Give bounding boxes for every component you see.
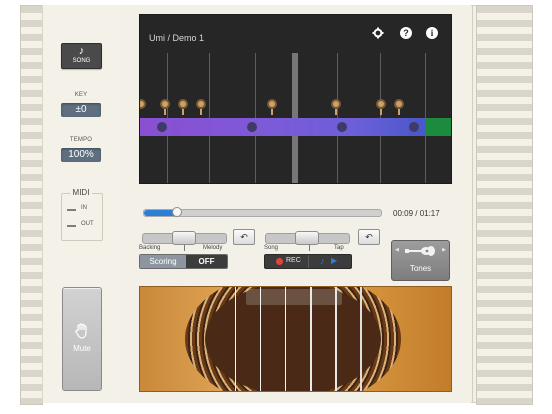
undo-icon: ↶ (365, 232, 373, 242)
midi-out-indicator (67, 225, 76, 227)
info-icon[interactable]: i (426, 27, 438, 39)
song-tap-slider[interactable] (265, 231, 350, 245)
note-pin (376, 99, 386, 109)
melody-label: Melody (203, 245, 223, 251)
midi-in-label: IN (81, 205, 87, 211)
key-label: KEY (74, 92, 88, 98)
note-pin-stem (164, 109, 166, 115)
song-tap-knob[interactable] (295, 231, 319, 245)
key-value[interactable]: ±0 (61, 103, 101, 117)
tap-label: Tap (334, 245, 344, 251)
guitar-string[interactable] (335, 287, 337, 391)
next-tone-icon[interactable]: ▶ (442, 247, 446, 253)
slider-center-tick (309, 245, 310, 251)
note-dot (247, 122, 257, 132)
note-pin-stem (380, 109, 382, 115)
gear-icon[interactable] (372, 27, 384, 39)
note-pin-stem (271, 109, 273, 115)
play-melody-button[interactable]: ♪ ▶ (309, 255, 351, 268)
guitar-string[interactable] (285, 287, 286, 391)
guitar-string[interactable] (310, 287, 312, 391)
right-speaker-grille (476, 5, 533, 405)
record-icon (276, 258, 283, 265)
tempo-label: TEMPO (69, 137, 93, 143)
guitar-strum-area[interactable] (139, 286, 452, 392)
note-pin (196, 99, 206, 109)
note-dot (409, 122, 419, 132)
scoring-toggle[interactable]: Scoring OFF (139, 254, 228, 269)
help-icon[interactable]: ? (400, 27, 412, 39)
note-pin (267, 99, 277, 109)
backing-melody-slider[interactable] (142, 231, 227, 245)
guitar-string[interactable] (235, 287, 236, 391)
midi-in-indicator (67, 209, 76, 211)
note-pin-stem (335, 109, 337, 115)
rec-label: REC (286, 257, 301, 264)
prev-tone-icon[interactable]: ◀ (395, 247, 399, 253)
left-speaker-grille (20, 5, 43, 405)
note-pin (394, 99, 404, 109)
note-pin (331, 99, 341, 109)
backing-label: Backing (139, 245, 161, 251)
scoring-value: OFF (186, 255, 227, 268)
scoring-label: Scoring (140, 255, 186, 268)
note-pin-stem (398, 109, 400, 115)
song-button-label: SONG (72, 58, 91, 64)
note-band (140, 118, 451, 136)
reset-backing-button[interactable]: ↶ (233, 229, 255, 245)
note-dot (337, 122, 347, 132)
guitar-icon (405, 245, 435, 257)
midi-label: MIDI (70, 188, 92, 197)
note-pin-stem (200, 109, 202, 115)
note-pin (140, 99, 146, 109)
note-pin (160, 99, 170, 109)
undo-icon: ↶ (240, 232, 248, 242)
mute-label: Mute (73, 344, 91, 353)
song-label: Song (264, 245, 279, 251)
note-dot (157, 122, 167, 132)
music-note-icon: ♪ (320, 256, 325, 266)
note-pin (178, 99, 188, 109)
reset-song-button[interactable]: ↶ (358, 229, 380, 245)
seek-bar[interactable] (143, 207, 382, 217)
guitar-string[interactable] (360, 287, 362, 391)
time-display: 00:09 / 01:17 (393, 209, 440, 218)
rec-button[interactable]: REC (265, 255, 308, 268)
note-display: Umi / Demo 1 ? i (139, 14, 452, 184)
right-divider (472, 5, 473, 403)
record-controls: REC ♪ ▶ (264, 254, 352, 269)
midi-box (61, 193, 103, 241)
note-band-green (425, 118, 451, 136)
tones-label: Tones (409, 264, 432, 273)
note-pin-stem (182, 109, 184, 115)
guitar-string[interactable] (260, 287, 261, 391)
midi-out-label: OUT (81, 221, 94, 227)
tones-button[interactable]: ◀ ▶ Tones (391, 240, 450, 281)
seek-thumb[interactable] (172, 207, 183, 217)
slider-center-tick (184, 245, 185, 251)
song-button[interactable]: ♪ SONG (61, 43, 102, 69)
song-title: Umi / Demo 1 (149, 33, 205, 43)
play-icon: ▶ (331, 256, 338, 265)
mute-button[interactable]: Mute (62, 287, 102, 391)
backing-melody-knob[interactable] (172, 231, 196, 245)
tempo-value[interactable]: 100% (61, 148, 101, 162)
hand-icon (75, 323, 89, 339)
music-note-icon: ♪ (78, 45, 85, 57)
